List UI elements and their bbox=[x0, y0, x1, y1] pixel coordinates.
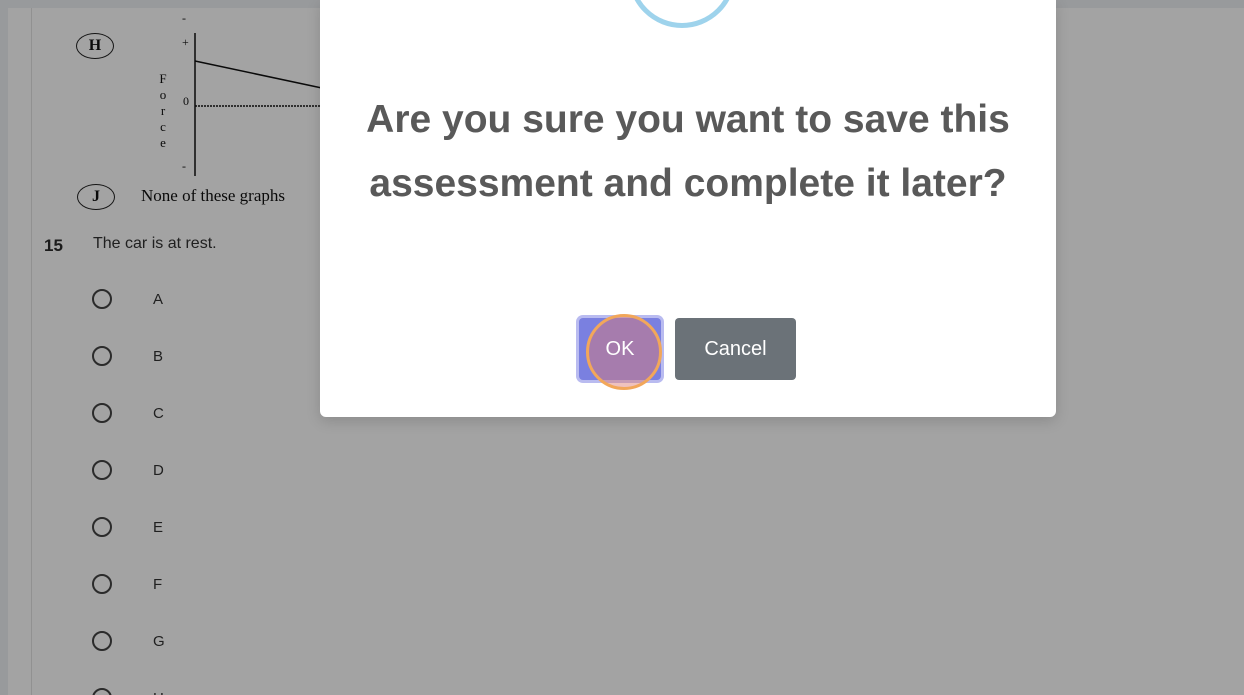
cancel-button[interactable]: Cancel bbox=[675, 318, 796, 380]
ok-button-label: OK bbox=[605, 337, 635, 360]
cancel-button-label: Cancel bbox=[704, 337, 767, 360]
dialog-message: Are you sure you want to save this asses… bbox=[366, 98, 1010, 205]
save-confirm-dialog: Are you sure you want to save this asses… bbox=[320, 0, 1056, 417]
ok-button[interactable]: OK bbox=[579, 318, 661, 380]
question-icon bbox=[628, 0, 736, 28]
